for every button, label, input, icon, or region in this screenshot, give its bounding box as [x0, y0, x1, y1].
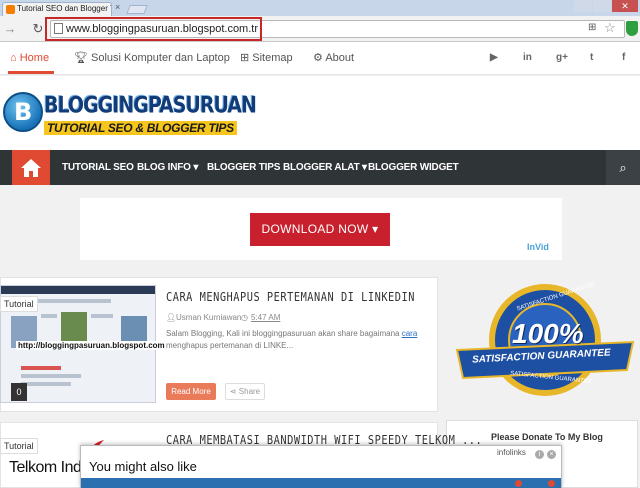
- topnav-about[interactable]: ⚙ About: [313, 51, 354, 65]
- badge-percent: 100%: [512, 318, 584, 349]
- topnav-sitemap[interactable]: ⊞ Sitemap: [240, 51, 293, 65]
- notification-dot-icon: [515, 480, 522, 487]
- popup-close-icon[interactable]: ×: [547, 450, 556, 459]
- menu-blogger-tips[interactable]: BLOGGER TIPS: [207, 162, 280, 173]
- linkedin-icon[interactable]: in: [523, 52, 532, 63]
- extension-shield-icon[interactable]: [626, 21, 638, 36]
- excerpt-text: menghapus pertemanan di LINKE...: [166, 341, 294, 350]
- post-excerpt: Salam Blogging, Kali ini bloggingpasurua…: [166, 328, 431, 352]
- download-label: DOWNLOAD NOW: [261, 222, 369, 236]
- menu-home-button[interactable]: [12, 150, 50, 185]
- menu-blogger-widget[interactable]: BLOGGER WIDGET: [368, 162, 459, 173]
- home-icon: [21, 159, 41, 177]
- download-arrow-icon: ▾: [372, 222, 379, 236]
- blogger-favicon-icon: [6, 5, 15, 14]
- twitter-icon[interactable]: t: [590, 52, 593, 63]
- popup-info-icon[interactable]: i: [535, 450, 544, 459]
- browser-tab[interactable]: Tutorial SEO dan Blogger Tip: [2, 2, 112, 16]
- menu-tutorial-seo[interactable]: TUTORIAL SEO: [62, 162, 134, 173]
- post-time[interactable]: 5:47 AM: [251, 313, 280, 322]
- url-highlight-box: [45, 17, 262, 41]
- author-icon: 👤︎: [166, 313, 177, 322]
- infolinks-brand[interactable]: infolinks: [497, 448, 526, 457]
- active-underline: [8, 71, 54, 74]
- download-now-button[interactable]: DOWNLOAD NOW ▾: [250, 213, 390, 246]
- thumb-line: [31, 299, 111, 303]
- clock-icon: ◷: [241, 313, 248, 322]
- share-label: Share: [238, 387, 261, 396]
- read-more-button[interactable]: Read More: [166, 383, 216, 400]
- thumb-line: [21, 382, 71, 386]
- gear-icon: ⚙: [313, 52, 323, 64]
- tab-title: Tutorial SEO dan Blogger Tip: [17, 4, 112, 13]
- invid-logo[interactable]: InVid: [527, 242, 549, 252]
- thumb-photo: [61, 312, 87, 344]
- topnav-sitemap-label: Sitemap: [252, 52, 293, 64]
- post-title-1[interactable]: CARA MENGHAPUS PERTEMANAN DI LINKEDIN: [166, 290, 415, 304]
- popup-content-strip: [81, 478, 561, 488]
- excerpt-link[interactable]: cara: [402, 329, 418, 338]
- translate-icon[interactable]: ⊞: [588, 22, 596, 33]
- excerpt-text: Salam Blogging, Kali ini bloggingpasurua…: [166, 329, 402, 338]
- thumb-line: [21, 374, 81, 378]
- topnav-about-label: About: [325, 52, 355, 64]
- topnav-home-label: Home: [19, 52, 50, 64]
- facebook-icon[interactable]: f: [622, 52, 625, 63]
- thumb-line: [21, 366, 61, 370]
- logo-letter: B: [14, 98, 33, 126]
- post-category-tag[interactable]: Tutorial: [0, 296, 38, 312]
- comment-count-badge[interactable]: 0: [11, 383, 27, 401]
- post-author[interactable]: Usman Kurniawan: [176, 313, 241, 322]
- thumb-line: [41, 314, 57, 318]
- bookmark-star-icon[interactable]: ☆: [604, 20, 616, 36]
- popup-title: You might also like: [89, 459, 197, 474]
- thumb-header: [1, 286, 155, 294]
- youtube-icon[interactable]: ▶: [490, 52, 498, 63]
- site-tagline: TUTORIAL SEO & BLOGGER TIPS: [44, 121, 237, 135]
- forward-arrow-icon[interactable]: →: [2, 21, 18, 37]
- site-logo-title[interactable]: BLOGGINGPASURUAN: [44, 93, 257, 118]
- notification-dot-icon: [548, 480, 555, 487]
- googleplus-icon[interactable]: g+: [556, 52, 568, 63]
- new-tab-button[interactable]: [126, 5, 148, 14]
- topnav-solusi-label: Solusi Komputer dan Laptop: [91, 52, 230, 64]
- tab-close-icon[interactable]: ×: [115, 2, 120, 12]
- share-icon: ⋖: [229, 387, 237, 396]
- window-close-button[interactable]: ✕: [612, 0, 638, 12]
- topnav-home[interactable]: ⌂ Home: [10, 51, 49, 65]
- menu-blogger-alat[interactable]: BLOGGER ALAT ▾: [283, 162, 367, 173]
- window-maximize-button[interactable]: [593, 0, 611, 12]
- search-icon[interactable]: ⌕: [606, 150, 640, 185]
- post-category-tag[interactable]: Tutorial: [0, 438, 38, 454]
- donate-title: Please Donate To My Blog: [491, 432, 603, 442]
- trophy-icon: 🏆︎: [74, 52, 88, 64]
- window-minimize-button[interactable]: [574, 0, 592, 12]
- thumb-watermark-url: http://bloggingpasuruan.blogspot.com: [16, 341, 167, 350]
- sitemap-icon: ⊞: [240, 52, 250, 64]
- menu-blog-info[interactable]: BLOG INFO ▾: [137, 162, 198, 173]
- home-icon: ⌂: [10, 52, 17, 64]
- refresh-icon[interactable]: ↻: [30, 21, 46, 37]
- topnav-solusi[interactable]: 🏆︎ Solusi Komputer dan Laptop: [74, 51, 230, 65]
- thumb-line: [91, 314, 113, 318]
- share-button[interactable]: ⋖ Share: [225, 383, 265, 400]
